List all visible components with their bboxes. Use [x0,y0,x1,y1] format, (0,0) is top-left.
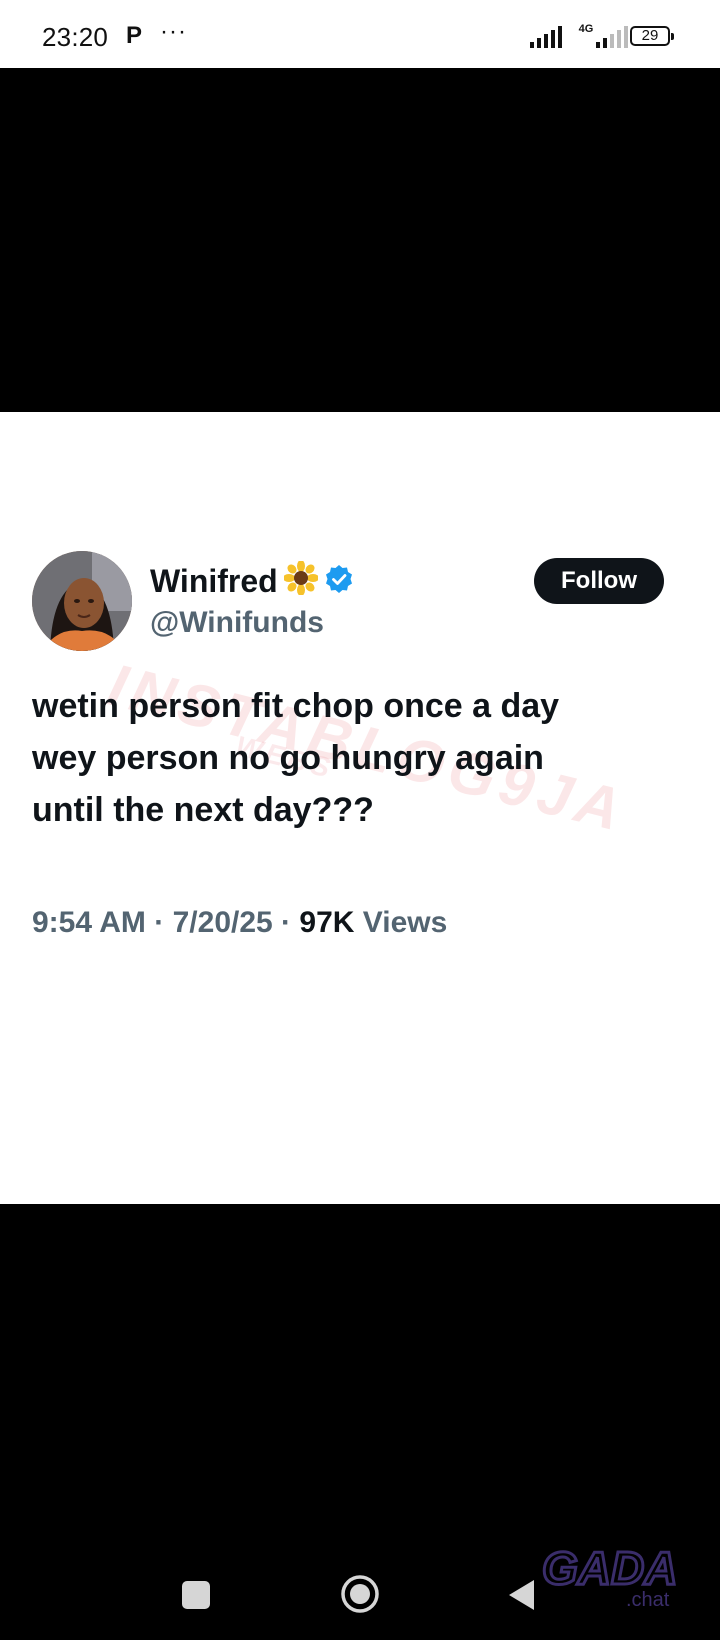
views-label: Views [362,906,448,939]
battery-level: 29 [641,27,659,44]
verified-badge-icon [324,564,354,599]
status-time: 23:20 [42,22,109,52]
sunflower-emoji [282,560,319,601]
user-handle[interactable]: @Winifunds [150,606,324,640]
logo-main-text: GADA [542,1542,677,1594]
tweet-text-line: until the next day??? [32,791,374,829]
gada-chat-logo: GADA .chat [541,1541,679,1611]
meta-separator: · [281,906,292,939]
status-bar: 23:20 P ··· 4G 29 [0,0,720,68]
tweet-card: INSTABLOG9JA WEBS Winifred @Winifunds Fo… [0,412,720,1204]
tweet-text: wetin person fit chop once a day wey per… [32,680,672,836]
tweet-text-line: wey person no go hungry again [32,739,544,777]
follow-button[interactable]: Follow [534,558,664,604]
views-count: 97K [299,906,355,939]
tweet-text-line: wetin person fit chop once a day [32,687,560,725]
meta-separator: · [154,906,165,939]
battery-icon: 29 [630,26,674,46]
display-name[interactable]: Winifred [150,563,278,600]
home-circle-icon[interactable] [340,1574,380,1614]
tweet-date[interactable]: 7/20/25 [173,906,273,939]
signal-strength-icon [530,26,562,48]
logo-sub-text: .chat [626,1589,670,1610]
network-type-label: 4G [578,23,594,35]
more-notifications-icon: ··· [160,18,187,45]
display-name-row: Winifred [150,560,354,602]
avatar[interactable] [32,551,132,651]
avatar-photo [32,551,132,651]
tweet-time[interactable]: 9:54 AM [32,906,146,939]
signal-strength-secondary-icon [596,26,628,48]
screen: 23:20 P ··· 4G 29 INSTABLOG9JA WEBS Wini… [0,0,720,1640]
back-triangle-icon[interactable] [506,1578,536,1612]
app-notification-icon: P [126,22,143,49]
tweet-meta: 9:54 AM · 7/20/25 · 97K Views [32,906,447,940]
recents-square-icon[interactable] [182,1581,210,1609]
